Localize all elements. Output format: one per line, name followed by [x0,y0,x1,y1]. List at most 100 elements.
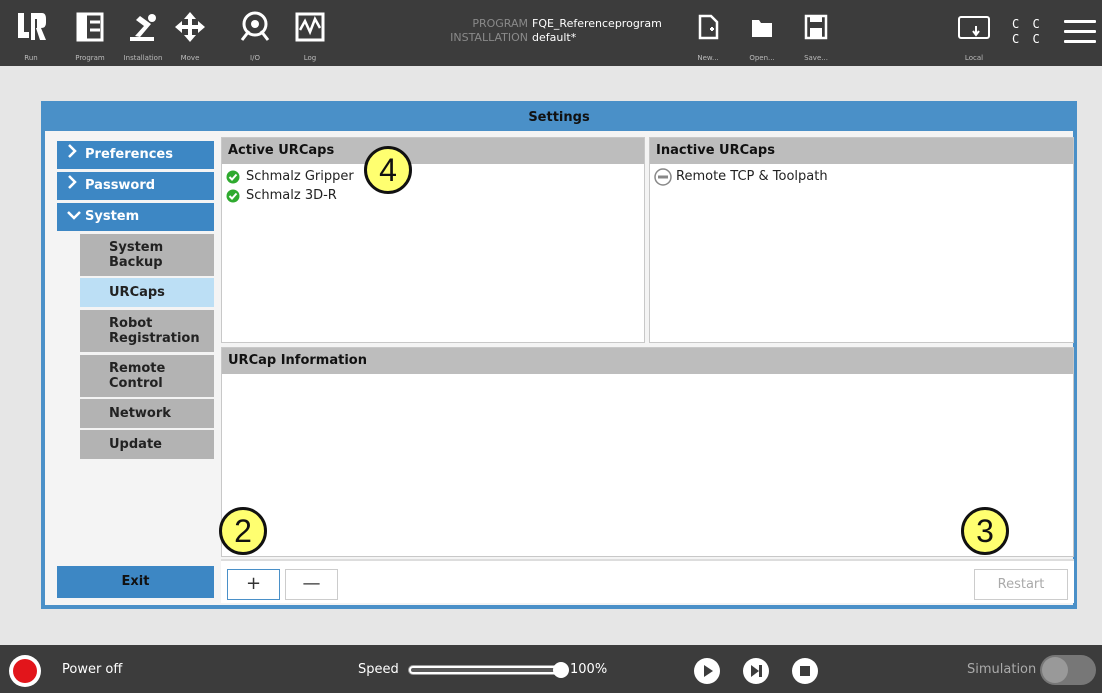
program-name: FQE_Referenceprogram [532,17,662,30]
local-label: Local [964,54,984,62]
power-icon[interactable] [9,655,41,687]
ur-logo-icon [18,13,46,40]
nav-log-label: Log [303,54,317,62]
io-icon [240,11,270,41]
play-icon [704,665,713,677]
callout-3: 3 [961,507,1009,555]
speed-slider-handle[interactable] [553,662,569,678]
urcap-item-label: Remote TCP & Toolpath [676,169,828,184]
active-urcaps-panel: Active URCaps Schmalz Gripper Schmalz 3D… [221,137,645,343]
log-icon [295,12,325,42]
new-button[interactable]: New... [688,14,728,64]
nav-password[interactable]: Password [57,172,214,200]
urcap-item[interactable]: Schmalz 3D-R [222,186,644,205]
nav-program-label: Program [75,54,105,62]
step-icon [751,665,762,677]
nav-installation[interactable]: Installation [118,6,168,64]
speed-value: 100% [570,662,608,677]
speed-slider[interactable] [408,665,568,675]
nav-io-label: I/O [250,54,260,62]
speed-label: Speed [358,662,399,677]
nav-program[interactable]: Program [65,6,115,64]
sub-system-backup[interactable]: System Backup [80,234,214,276]
disabled-circle-icon [654,167,672,186]
nav-preferences[interactable]: Preferences [57,141,214,169]
active-urcaps-header: Active URCaps [222,138,644,164]
bottom-bar: Power off Speed 100% Simulation [0,645,1102,693]
simulation-toggle[interactable] [1040,655,1096,685]
restart-button[interactable]: Restart [974,569,1068,600]
nav-installation-label: Installation [123,54,163,62]
urcap-item-label: Schmalz 3D-R [246,188,337,203]
sub-urcaps-label: URCaps [109,285,165,300]
check-circle-icon [226,170,240,183]
simulation-label: Simulation [967,662,1037,677]
sub-robot-registration-label: Robot Registration [109,316,200,346]
remove-urcap-button[interactable]: — [285,569,338,600]
installation-icon [130,14,156,41]
nav-io[interactable]: I/O [230,6,280,64]
sub-robot-registration[interactable]: Robot Registration [80,310,214,352]
nav-preferences-label: Preferences [85,147,173,162]
new-file-icon [698,14,719,40]
nav-password-label: Password [85,178,156,193]
sub-update-label: Update [109,437,162,452]
folder-icon [752,20,772,37]
save-button[interactable]: Save... [796,14,836,64]
stop-icon [800,666,810,676]
installation-key: INSTALLATION [450,31,528,44]
installation-name: default* [532,31,577,44]
stop-button[interactable] [792,658,818,684]
nav-run-label: Run [24,54,38,62]
sub-system-backup-label: System Backup [109,240,164,270]
save-label: Save... [804,54,828,62]
inactive-urcaps-panel: Inactive URCaps Remote TCP & Toolpath [649,137,1074,343]
step-button[interactable] [743,658,769,684]
sub-update[interactable]: Update [80,430,214,459]
sub-urcaps[interactable]: URCaps [80,278,214,307]
chevron-right-icon [67,141,85,169]
settings-dialog: Settings Preferences Password System Sys… [41,101,1077,609]
urcap-item[interactable]: Schmalz Gripper [222,167,644,186]
callout-2: 2 [219,507,267,555]
urcap-item-label: Schmalz Gripper [246,169,354,184]
sub-network[interactable]: Network [80,399,214,428]
speed-slider-fill [411,668,565,672]
check-circle-icon [226,189,240,202]
nav-log[interactable]: Log [285,6,335,64]
open-label: Open... [749,54,775,62]
inactive-urcaps-header: Inactive URCaps [650,138,1073,164]
controller-status: C C C C [1012,17,1043,47]
program-icon [76,12,104,42]
program-key: PROGRAM [472,17,528,30]
nav-move-label: Move [180,54,200,62]
power-status[interactable]: Power off [62,662,122,677]
local-button[interactable]: Local [952,14,996,64]
cc-line-1: C C [1012,17,1043,31]
urcap-info-header: URCap Information [222,348,1073,374]
nav-move[interactable]: Move [165,6,215,64]
nav-system[interactable]: System [57,203,214,231]
local-control-icon [958,16,990,39]
urcap-info-panel: URCap Information [221,347,1074,557]
urcap-item[interactable]: Remote TCP & Toolpath [650,167,1073,186]
exit-button[interactable]: Exit [57,566,214,598]
top-bar: Run Program Installation Move I/O Log PR… [0,0,1102,66]
open-button[interactable]: Open... [742,14,782,64]
program-info: PROGRAM FQE_Referenceprogram INSTALLATION… [440,17,662,45]
save-icon [804,14,828,40]
hamburger-menu-icon[interactable] [1064,20,1096,46]
sub-remote-control-label: Remote Control [109,361,166,391]
play-button[interactable] [694,658,720,684]
dialog-title: Settings [45,105,1073,131]
nav-run[interactable]: Run [6,6,56,64]
callout-4: 4 [364,146,412,194]
sub-remote-control[interactable]: Remote Control [80,355,214,397]
move-icon [175,12,205,42]
new-label: New... [697,54,719,62]
urcap-actions-bar: + — Restart [221,559,1074,603]
chevron-right-icon [67,172,85,200]
nav-system-label: System [85,209,140,224]
chevron-down-icon [67,203,85,231]
add-urcap-button[interactable]: + [227,569,280,600]
